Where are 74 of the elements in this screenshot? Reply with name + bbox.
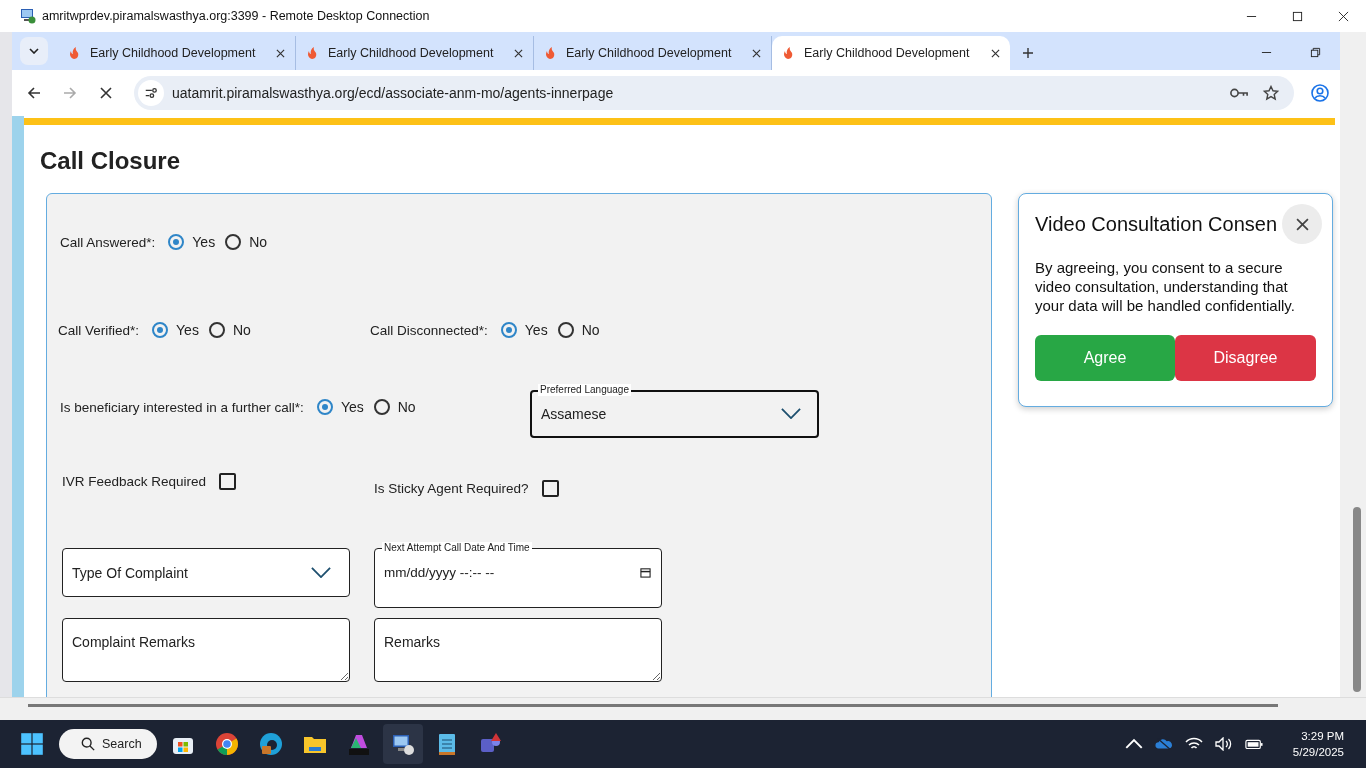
checkbox[interactable] bbox=[541, 479, 559, 497]
flame-icon bbox=[544, 46, 556, 60]
search-icon bbox=[81, 737, 95, 751]
checkbox[interactable] bbox=[219, 472, 237, 490]
radio-label: Yes bbox=[524, 322, 548, 338]
maximize-icon[interactable] bbox=[1292, 10, 1303, 22]
consent-message: By agreeing, you consent to a secure video consultation, understanding that your data will be handled confidentially. bbox=[1035, 258, 1296, 315]
clock[interactable]: 3:29 PM 5/29/2025 bbox=[1292, 728, 1344, 760]
remote-desktop-icon[interactable] bbox=[391, 732, 415, 756]
star-icon[interactable] bbox=[1262, 85, 1280, 101]
remarks-field[interactable]: Remarks bbox=[374, 618, 662, 682]
radio-button[interactable] bbox=[152, 322, 169, 338]
calendar-icon[interactable] bbox=[640, 566, 651, 578]
close-icon[interactable] bbox=[276, 48, 285, 58]
radio-button[interactable] bbox=[208, 322, 225, 338]
page-heading: Call Closure bbox=[40, 146, 182, 176]
radio-button[interactable] bbox=[168, 234, 185, 250]
disagree-button[interactable]: Disagree bbox=[1175, 335, 1316, 381]
field-label: Next Attempt Call Date And Time bbox=[382, 542, 532, 554]
restore-icon[interactable] bbox=[1310, 47, 1321, 58]
browser-tab[interactable]: Early Childhood Development bbox=[772, 36, 1010, 70]
profile-icon[interactable] bbox=[1311, 84, 1329, 102]
radio-button[interactable] bbox=[225, 234, 242, 250]
start-icon[interactable] bbox=[20, 732, 44, 756]
complaint-type-dropdown[interactable]: Type Of Complaint bbox=[62, 548, 350, 597]
browser-tab[interactable]: Early Childhood Development bbox=[58, 36, 296, 70]
stop-icon[interactable] bbox=[98, 85, 114, 101]
chevron-up-icon[interactable] bbox=[1124, 737, 1143, 751]
close-icon bbox=[1295, 217, 1309, 231]
radio-button[interactable] bbox=[316, 399, 333, 415]
checkbox-label: IVR Feedback Required bbox=[62, 473, 207, 489]
wifi-icon[interactable] bbox=[1184, 737, 1203, 751]
window-title: amritwprdev.piramalswasthya.org:3399 - Remote Desktop Connection bbox=[42, 9, 430, 23]
site-settings-icon[interactable] bbox=[144, 86, 158, 100]
complaint-remarks-field[interactable]: Complaint Remarks bbox=[62, 618, 350, 682]
field-label: Is beneficiary interested in a further call*: bbox=[60, 399, 304, 415]
cloud-icon[interactable] bbox=[1154, 737, 1173, 751]
radio-label: No bbox=[581, 322, 600, 338]
browser-tab[interactable]: Early Childhood Development bbox=[296, 36, 534, 70]
new-tab-icon[interactable] bbox=[1022, 47, 1034, 59]
remote-desktop-icon bbox=[20, 8, 36, 24]
close-icon[interactable] bbox=[1338, 10, 1349, 22]
radio-label: Yes bbox=[340, 399, 364, 415]
battery-icon[interactable] bbox=[1244, 737, 1263, 751]
dialog-title: Video Consultation Consen bbox=[1035, 212, 1278, 236]
radio-label: No bbox=[397, 399, 416, 415]
field-label: Preferred Language bbox=[538, 383, 631, 396]
chevron-down-icon bbox=[29, 48, 39, 54]
back-icon[interactable] bbox=[26, 85, 42, 101]
field-label: Call Disconnected*: bbox=[370, 322, 488, 338]
chevron-down-icon bbox=[311, 567, 331, 578]
tab-list-button[interactable] bbox=[20, 37, 48, 65]
field-label: Call Verified*: bbox=[58, 322, 140, 338]
search-box[interactable]: Search bbox=[59, 729, 157, 759]
radio-button[interactable] bbox=[500, 322, 517, 338]
radio-button[interactable] bbox=[557, 322, 574, 338]
radio-label: Yes bbox=[176, 322, 199, 338]
field-label: Call Answered*: bbox=[60, 234, 156, 250]
close-icon[interactable] bbox=[991, 48, 1000, 58]
radio-label: No bbox=[232, 322, 251, 338]
chevron-down-icon bbox=[781, 408, 801, 419]
close-icon[interactable] bbox=[514, 48, 523, 58]
checkbox-label: Is Sticky Agent Required? bbox=[374, 480, 529, 496]
radio-label: No bbox=[249, 234, 268, 250]
close-button[interactable] bbox=[1282, 204, 1322, 244]
flame-icon bbox=[782, 46, 794, 60]
flame-icon bbox=[68, 46, 80, 60]
address-bar[interactable]: uatamrit.piramalswasthya.org/ecd/associate-anm-mo/agents-innerpage bbox=[134, 76, 1294, 110]
speaker-icon[interactable] bbox=[1214, 737, 1233, 751]
radio-button[interactable] bbox=[373, 399, 390, 415]
close-icon[interactable] bbox=[752, 48, 761, 58]
radio-label: Yes bbox=[192, 234, 216, 250]
flame-icon bbox=[306, 46, 318, 60]
chrome-icon[interactable] bbox=[215, 732, 239, 756]
